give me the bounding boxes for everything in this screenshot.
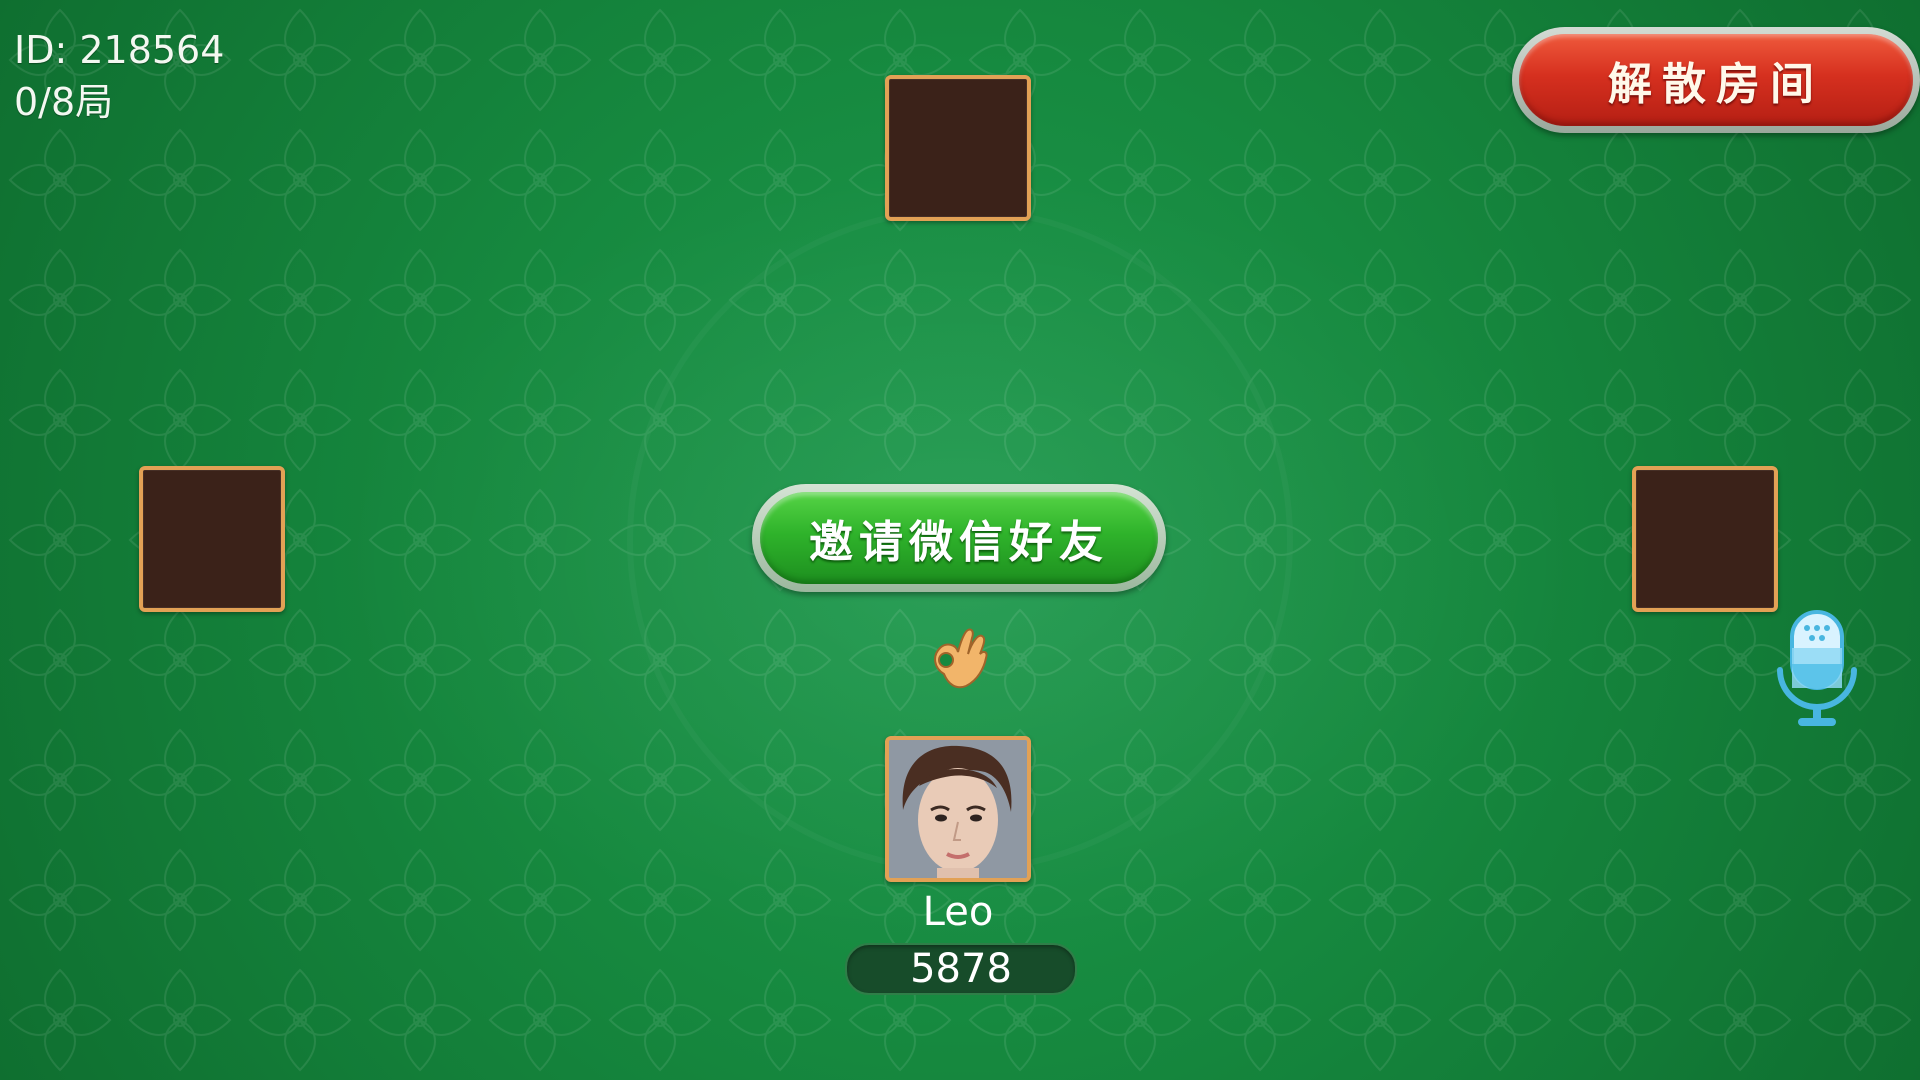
invite-wechat-friends-button[interactable]: 邀请微信好友	[752, 484, 1166, 592]
player-avatar	[885, 736, 1031, 882]
round-counter: 0/8局	[14, 80, 114, 124]
invite-wechat-friends-label: 邀请微信好友	[760, 492, 1158, 584]
empty-seat-top	[885, 75, 1031, 221]
player-score: 5878	[845, 943, 1077, 995]
room-info: ID: 218564 0/8局	[14, 24, 224, 128]
microphone-icon[interactable]	[1774, 608, 1860, 732]
room-id: ID: 218564	[14, 28, 225, 72]
empty-seat-left	[139, 466, 285, 612]
avatar-portrait-icon	[889, 740, 1027, 878]
dissolve-room-button[interactable]: 解散房间	[1512, 27, 1920, 133]
dissolve-room-label: 解散房间	[1519, 34, 1913, 126]
empty-seat-right	[1632, 466, 1778, 612]
player-name: Leo	[922, 889, 994, 935]
ok-hand-icon	[934, 628, 988, 689]
